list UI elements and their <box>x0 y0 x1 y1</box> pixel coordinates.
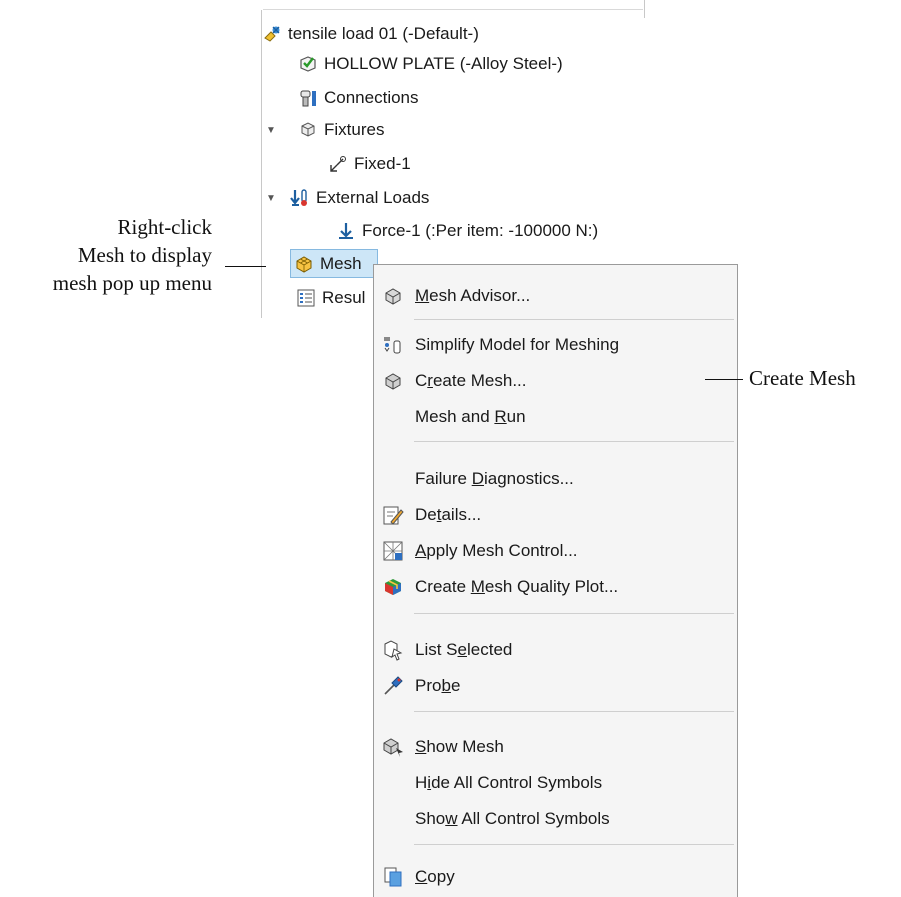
probe-icon <box>382 675 404 697</box>
study-icon <box>262 24 282 44</box>
results-icon <box>296 288 316 308</box>
tree-item-study[interactable]: tensile load 01 (-Default-) <box>262 20 479 48</box>
mesh-context-menu: Mesh Advisor... Simplify Model for Meshi… <box>373 264 738 897</box>
create-mesh-icon <box>382 370 404 392</box>
chevron-down-icon[interactable]: ▼ <box>266 125 276 136</box>
menu-item-label: Create Mesh... <box>415 371 527 390</box>
menu-item-failure-diagnostics[interactable]: Failure Diagnostics... <box>374 461 737 497</box>
menu-separator <box>414 711 734 712</box>
part-icon <box>298 54 318 74</box>
menu-item-label: Copy <box>415 867 455 886</box>
menu-item-mesh-and-run[interactable]: Mesh and Run <box>374 399 737 435</box>
chevron-down-icon[interactable]: ▼ <box>266 193 276 204</box>
panel-border-right <box>644 0 645 18</box>
fixtures-icon <box>298 120 318 140</box>
menu-item-label: Simplify Model for Meshing <box>415 335 620 354</box>
menu-item-label: Probe <box>415 676 461 695</box>
external-loads-icon <box>290 188 310 208</box>
menu-separator <box>414 844 734 845</box>
mesh-control-icon <box>382 540 404 562</box>
tree-item-external-loads[interactable]: External Loads <box>290 184 429 212</box>
menu-separator <box>414 319 734 320</box>
menu-item-label: Show Mesh <box>415 737 504 756</box>
details-pencil-icon <box>382 504 404 526</box>
tree-item-fixed-1[interactable]: Fixed-1 <box>328 150 411 178</box>
menu-separator <box>414 441 734 442</box>
connections-icon <box>298 88 318 108</box>
show-mesh-icon <box>382 736 404 758</box>
menu-item-label: Apply Mesh Control... <box>415 541 578 560</box>
menu-item-label: Create Mesh Quality Plot... <box>415 577 619 596</box>
menu-item-apply-mesh-control[interactable]: Apply Mesh Control... <box>374 533 737 569</box>
menu-item-label: Mesh and Run <box>415 407 526 426</box>
menu-item-label: Failure Diagnostics... <box>415 469 574 488</box>
menu-item-create-mesh[interactable]: Create Mesh... <box>374 363 737 399</box>
menu-item-details[interactable]: Details... <box>374 497 737 533</box>
menu-item-list-selected[interactable]: List Selected <box>374 632 737 668</box>
menu-item-mesh-advisor[interactable]: Mesh Advisor... <box>374 278 737 314</box>
menu-item-hide-control-symbols[interactable]: Hide All Control Symbols <box>374 765 737 801</box>
tree-item-connections[interactable]: Connections <box>298 84 419 112</box>
tree-item-label: Force-1 (:Per item: -100000 N:) <box>362 221 599 240</box>
tree-item-part[interactable]: HOLLOW PLATE (-Alloy Steel-) <box>298 50 563 78</box>
menu-item-copy[interactable]: Copy <box>374 859 737 895</box>
callout-leader-line <box>705 379 743 380</box>
panel-border-top <box>263 9 643 10</box>
mesh-icon <box>294 254 314 274</box>
panel-border-left <box>261 10 262 318</box>
menu-item-show-control-symbols[interactable]: Show All Control Symbols <box>374 801 737 837</box>
tree-item-label: Connections <box>324 88 419 107</box>
copy-icon <box>382 866 404 888</box>
tree-item-label: External Loads <box>316 188 430 207</box>
menu-item-label: Hide All Control Symbols <box>415 773 603 792</box>
menu-item-mesh-quality-plot[interactable]: Create Mesh Quality Plot... <box>374 569 737 605</box>
simplify-model-icon <box>382 334 404 356</box>
force-arrow-icon <box>336 221 356 241</box>
menu-item-label: Details... <box>415 505 482 524</box>
tree-item-label: Fixtures <box>324 120 385 139</box>
menu-item-label: Mesh Advisor... <box>415 286 531 305</box>
menu-separator <box>414 613 734 614</box>
tree-item-results[interactable]: Resul <box>296 284 365 312</box>
tree-item-label: Mesh <box>320 254 362 273</box>
fixed-geometry-icon <box>328 154 348 174</box>
menu-item-label: Show All Control Symbols <box>415 809 610 828</box>
list-selected-icon <box>382 639 404 661</box>
menu-item-probe[interactable]: Probe <box>374 668 737 704</box>
tree-item-label: Resul <box>322 288 366 307</box>
tree-item-fixtures[interactable]: Fixtures <box>298 116 384 144</box>
menu-item-simplify-model[interactable]: Simplify Model for Meshing <box>374 327 737 363</box>
tree-item-label: Fixed-1 <box>354 154 411 173</box>
tree-item-label: HOLLOW PLATE (-Alloy Steel-) <box>324 54 563 73</box>
callout-create-mesh: Create Mesh <box>749 366 856 390</box>
menu-item-label: List Selected <box>415 640 513 659</box>
tree-item-mesh[interactable]: Mesh <box>294 250 362 278</box>
menu-item-show-mesh[interactable]: Show Mesh <box>374 729 737 765</box>
mesh-advisor-icon <box>382 285 404 307</box>
tree-item-label: tensile load 01 (-Default-) <box>288 24 479 43</box>
tree-item-force-1[interactable]: Force-1 (:Per item: -100000 N:) <box>336 217 598 245</box>
callout-right-click: Right-click Mesh to display mesh pop up … <box>52 215 212 295</box>
mesh-quality-plot-icon <box>382 576 404 598</box>
callout-leader-line <box>225 266 266 267</box>
